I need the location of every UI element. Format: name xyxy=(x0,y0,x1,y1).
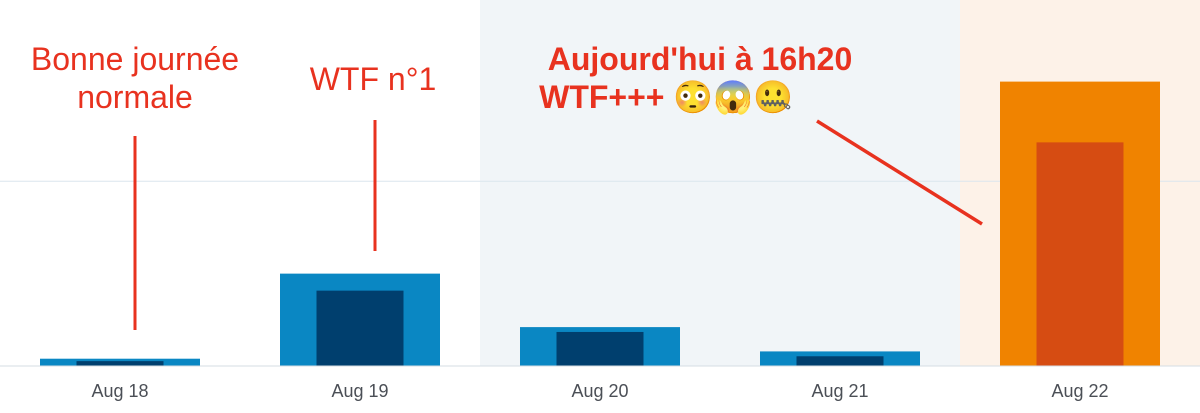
bar-visitors-aug-22[interactable] xyxy=(1036,142,1124,366)
bar-visitors-aug-21[interactable] xyxy=(796,356,884,366)
annotation-wtf-one: WTF n°1 xyxy=(310,61,437,251)
annotation-today-line2: WTF+++ 😳😱🤐 xyxy=(539,79,793,116)
tick-label-aug-20: Aug 20 xyxy=(571,381,628,401)
annotation-normal-day-line2: normale xyxy=(77,79,193,115)
annotation-normal-day: Bonne journée normale xyxy=(31,41,239,330)
bar-visitors-aug-19[interactable] xyxy=(316,290,404,366)
bar-visitors-aug-18[interactable] xyxy=(76,361,164,366)
annotation-wtf-one-text: WTF n°1 xyxy=(310,61,437,97)
bar-chart-svg: Aug 18 Aug 19 Aug 20 Aug 21 Aug 22 Bonne jou… xyxy=(0,0,1200,401)
x-axis-tick-labels: Aug 18 Aug 19 Aug 20 Aug 21 Aug 22 xyxy=(91,381,1108,401)
tick-label-aug-19: Aug 19 xyxy=(331,381,388,401)
tick-label-aug-22: Aug 22 xyxy=(1051,381,1108,401)
bar-visitors-aug-20[interactable] xyxy=(556,331,644,366)
tick-label-aug-18: Aug 18 xyxy=(91,381,148,401)
stats-chart: Aug 18 Aug 19 Aug 20 Aug 21 Aug 22 Bonne jou… xyxy=(0,0,1200,413)
annotation-today-line1: Aujourd'hui à 16h20 xyxy=(548,41,853,77)
tick-label-aug-21: Aug 21 xyxy=(811,381,868,401)
annotation-normal-day-line1: Bonne journée xyxy=(31,41,239,77)
